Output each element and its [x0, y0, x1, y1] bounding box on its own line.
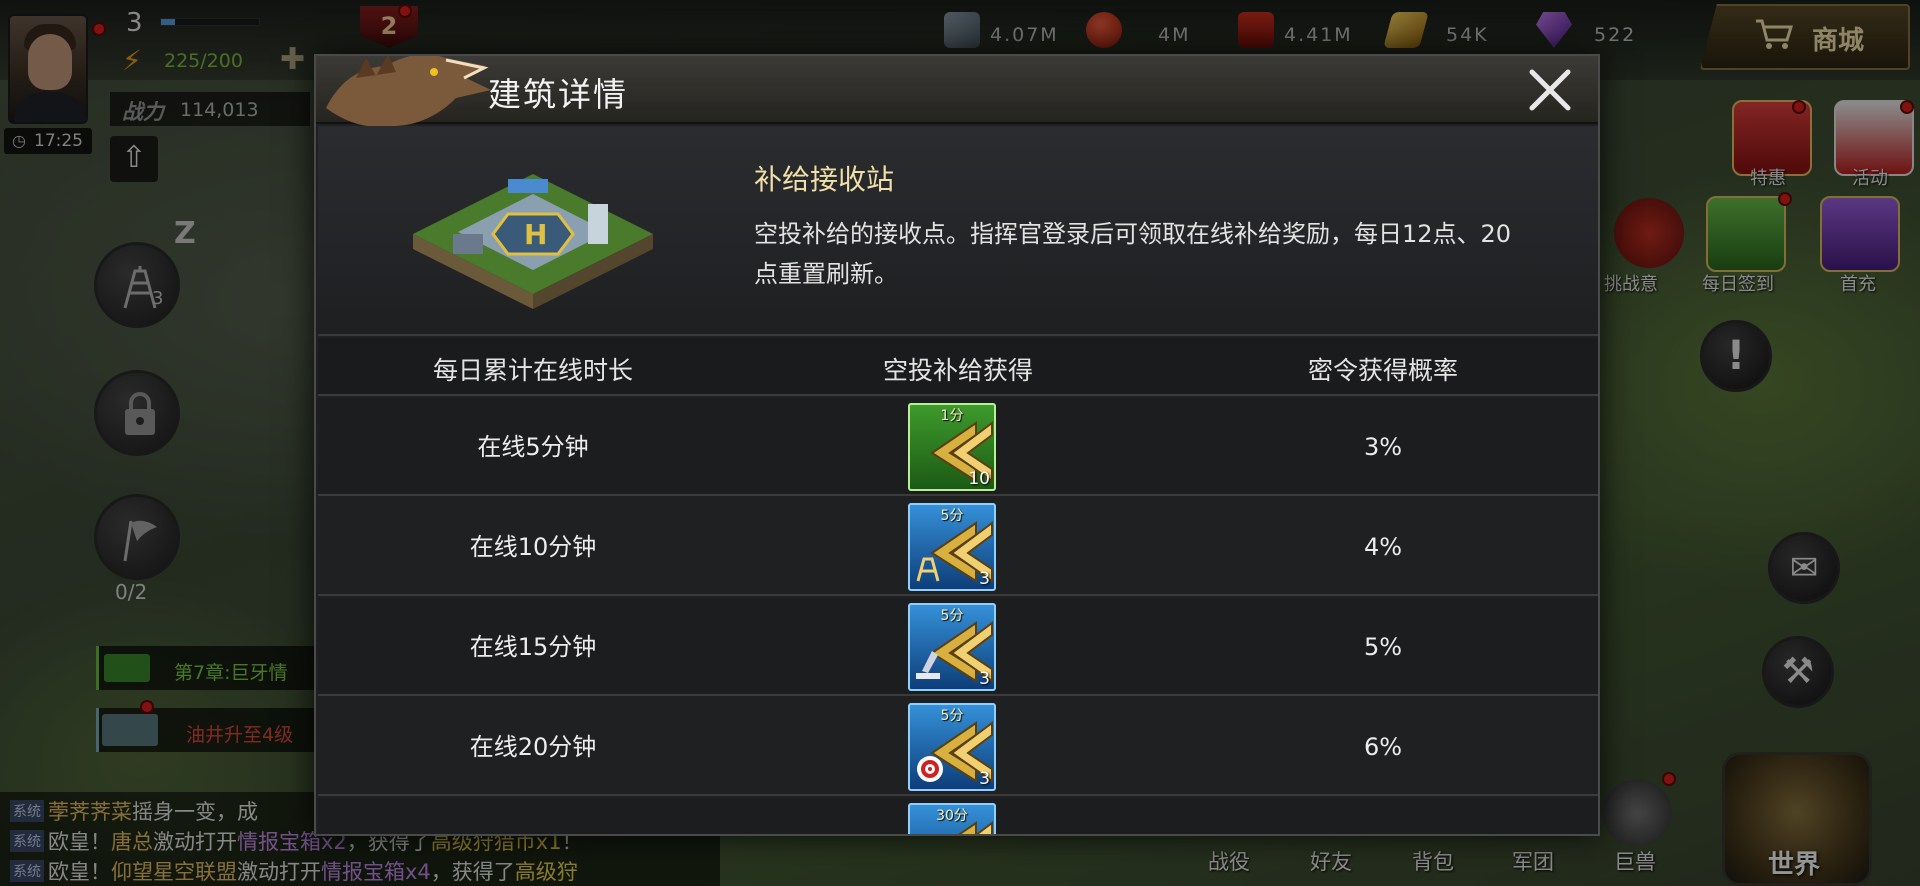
svg-text:H: H — [524, 218, 547, 251]
header-secret-order-rate: 密令获得概率 — [1307, 356, 1458, 385]
item-duration-label: 5分 — [940, 508, 964, 524]
online-time-cell: 在线10分钟 — [469, 533, 597, 561]
online-time-cell: 在线30分钟 — [318, 798, 748, 834]
probability-cell: 4% — [1363, 533, 1403, 561]
building-detail-modal: 建筑详情 H 补给接收站 空投补给的接收点。指挥官登录后可领取在线补给奖励，每日… — [314, 54, 1600, 836]
building-info-section: H 补给接收站 空投补给的接收点。指挥官登录后可领取在线补给奖励，每日12点、2… — [318, 126, 1598, 336]
reward-table[interactable]: 在线5分钟 1分 10 3% 在线10分钟 5分 3 4% 在线15分钟 5分 3 5% 在线20分钟 5… — [318, 398, 1598, 834]
online-time-cell: 在线15分钟 — [469, 633, 597, 661]
building-name: 补给接收站 — [754, 163, 895, 196]
header-online-time: 每日累计在线时长 — [432, 356, 633, 385]
airdrop-supply-icon[interactable]: 5分 3 — [908, 503, 996, 591]
table-row: 在线15分钟 5分 3 5% — [318, 598, 1598, 696]
item-quantity: 3 — [979, 569, 990, 589]
airdrop-supply-icon[interactable]: 5分 3 — [908, 703, 996, 791]
online-time-cell: 在线20分钟 — [469, 733, 597, 761]
airdrop-supply-icon[interactable]: 1分 10 — [908, 403, 996, 491]
airdrop-supply-icon[interactable]: 5分 3 — [908, 603, 996, 691]
header-airdrop-reward: 空投补给获得 — [882, 356, 1033, 385]
item-quantity: 10 — [968, 469, 990, 489]
table-row: 在线5分钟 1分 10 3% — [318, 398, 1598, 496]
item-quantity: 3 — [979, 769, 990, 789]
probability-cell: 3% — [1363, 433, 1403, 461]
close-icon[interactable] — [1524, 64, 1576, 116]
probability-cell: 6% — [1363, 733, 1403, 761]
online-time-cell: 在线5分钟 — [477, 433, 589, 461]
modal-title: 建筑详情 — [488, 75, 628, 114]
item-quantity: 3 — [979, 669, 990, 689]
table-header: 每日累计在线时长 空投补给获得 密令获得概率 — [318, 338, 1598, 396]
building-description: 空投补给的接收点。指挥官登录后可领取在线补给奖励，每日12点、20点重置刷新。 — [754, 220, 1512, 288]
table-row: 在线20分钟 5分 3 6% — [318, 698, 1598, 796]
airdrop-supply-icon[interactable]: 30分 — [908, 803, 996, 834]
table-row: 在线30分钟 30分 7% — [318, 798, 1598, 834]
supply-station-image: H — [413, 174, 653, 309]
table-row: 在线10分钟 5分 3 4% — [318, 498, 1598, 596]
item-duration-label: 30分 — [936, 808, 968, 824]
item-duration-label: 5分 — [940, 708, 964, 724]
probability-cell: 7% — [1168, 798, 1598, 834]
probability-cell: 5% — [1363, 633, 1403, 661]
item-duration-label: 1分 — [940, 408, 964, 424]
item-duration-label: 5分 — [940, 608, 964, 624]
